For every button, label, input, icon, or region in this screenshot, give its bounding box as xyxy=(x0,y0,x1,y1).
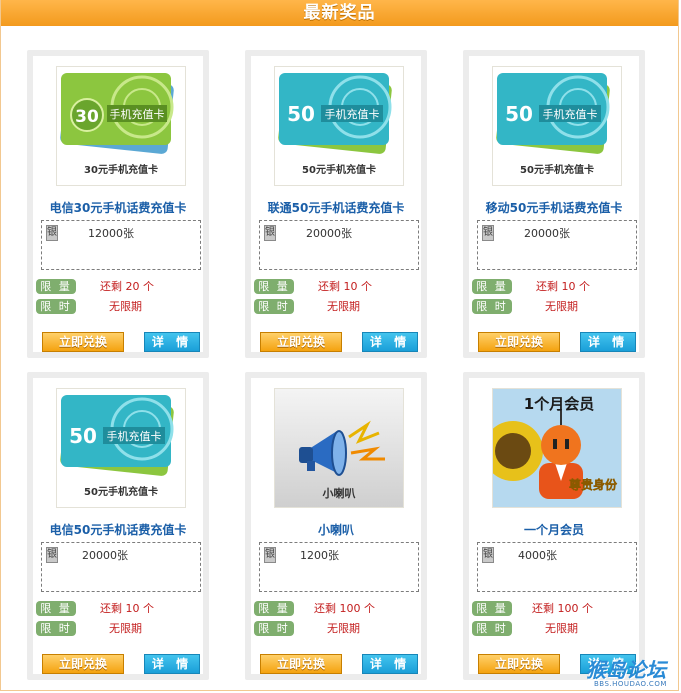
prize-title[interactable]: 电信30元手机话费充值卡 xyxy=(33,199,203,216)
limit-label: 限 量 xyxy=(472,279,512,294)
card-caption: 小喇叭 xyxy=(322,486,356,500)
stock-count: 20000张 xyxy=(82,549,128,562)
remaining-count: 还剩 10 个 xyxy=(100,602,154,615)
card-value-text: 30 xyxy=(75,107,99,127)
silver-coin-icon: 银 xyxy=(46,547,58,563)
card-label-text: 手机充值卡 xyxy=(110,107,165,121)
prize-image[interactable]: 小喇叭 xyxy=(274,388,404,508)
remaining-count: 还剩 100 个 xyxy=(532,602,593,615)
prize-title[interactable]: 小喇叭 xyxy=(251,521,421,538)
remaining-count: 还剩 10 个 xyxy=(536,280,590,293)
prize-image[interactable]: 50 手机充值卡 50元手机充值卡 xyxy=(492,66,622,186)
detail-button[interactable]: 详 情 xyxy=(144,654,200,674)
prize-title[interactable]: 移动50元手机话费充值卡 xyxy=(469,199,639,216)
prize-card: 1个月会员 尊贵身份 一个月会员 银 4000张 限 量 还剩 100 个 限 … xyxy=(463,372,645,680)
stock-box: 银 4000张 xyxy=(477,542,637,592)
site-watermark: 猴岛论坛 BBS.HOUDAO.COM xyxy=(586,654,681,693)
period-value: 无限期 xyxy=(327,300,360,313)
limit-label: 限 量 xyxy=(254,601,294,616)
stock-box: 银 20000张 xyxy=(259,220,419,270)
stock-count: 1200张 xyxy=(300,549,339,562)
stock-box: 银 1200张 xyxy=(259,542,419,592)
period-value: 无限期 xyxy=(109,622,142,635)
stock-count: 12000张 xyxy=(88,227,134,240)
card-subtitle: 尊贵身份 xyxy=(569,477,618,492)
stock-count: 20000张 xyxy=(524,227,570,240)
card-caption: 50元手机充值卡 xyxy=(84,485,158,498)
exchange-button[interactable]: 立即兑换 xyxy=(42,332,124,352)
card-value-text: 50 xyxy=(69,424,97,448)
time-label: 限 时 xyxy=(472,621,512,636)
limit-label: 限 量 xyxy=(36,279,76,294)
card-label-text: 手机充值卡 xyxy=(325,107,380,121)
silver-coin-icon: 银 xyxy=(264,225,276,241)
card-caption: 50元手机充值卡 xyxy=(520,163,594,176)
prize-card: 小喇叭 小喇叭 银 1200张 限 量 还剩 100 个 限 时 无限期 立即兑… xyxy=(245,372,427,680)
prize-panel: 最新奖品 30 手机充值卡 30元手机充值卡 电信30元手机话费充值卡 银 12… xyxy=(0,0,679,691)
card-label-text: 手机充值卡 xyxy=(107,429,162,443)
card-value-text: 50 xyxy=(505,102,533,126)
prize-title[interactable]: 电信50元手机话费充值卡 xyxy=(33,521,203,538)
prize-card: 50 手机充值卡 50元手机充值卡 联通50元手机话费充值卡 银 20000张 … xyxy=(245,50,427,358)
prize-title[interactable]: 联通50元手机话费充值卡 xyxy=(251,199,421,216)
period-value: 无限期 xyxy=(545,622,578,635)
card-caption: 30元手机充值卡 xyxy=(84,163,158,176)
time-label: 限 时 xyxy=(472,299,512,314)
prize-image[interactable]: 50 手机充值卡 50元手机充值卡 xyxy=(274,66,404,186)
card-caption: 1个月会员 xyxy=(524,395,594,413)
detail-button[interactable]: 详 情 xyxy=(362,654,418,674)
period-value: 无限期 xyxy=(109,300,142,313)
panel-title: 最新奖品 xyxy=(1,0,678,26)
prize-image[interactable]: 1个月会员 尊贵身份 xyxy=(492,388,622,508)
silver-coin-icon: 银 xyxy=(482,547,494,563)
period-value: 无限期 xyxy=(327,622,360,635)
silver-coin-icon: 银 xyxy=(46,225,58,241)
prize-card: 50 手机充值卡 50元手机充值卡 移动50元手机话费充值卡 银 20000张 … xyxy=(463,50,645,358)
card-label-text: 手机充值卡 xyxy=(543,107,598,121)
remaining-count: 还剩 20 个 xyxy=(100,280,154,293)
stock-box: 银 20000张 xyxy=(41,542,201,592)
exchange-button[interactable]: 立即兑换 xyxy=(478,654,560,674)
exchange-button[interactable]: 立即兑换 xyxy=(42,654,124,674)
silver-coin-icon: 银 xyxy=(482,225,494,241)
card-caption: 50元手机充值卡 xyxy=(302,163,376,176)
exchange-button[interactable]: 立即兑换 xyxy=(260,332,342,352)
period-value: 无限期 xyxy=(545,300,578,313)
prize-image[interactable]: 30 手机充值卡 30元手机充值卡 xyxy=(56,66,186,186)
stock-count: 4000张 xyxy=(518,549,557,562)
watermark-url: BBS.HOUDAO.COM xyxy=(594,680,667,688)
limit-label: 限 量 xyxy=(36,601,76,616)
card-value-text: 50 xyxy=(287,102,315,126)
watermark-logo-text: 猴岛论坛 xyxy=(586,658,666,682)
stock-count: 20000张 xyxy=(306,227,352,240)
prize-title[interactable]: 一个月会员 xyxy=(469,521,639,538)
limit-label: 限 量 xyxy=(254,279,294,294)
prize-image[interactable]: 50 手机充值卡 50元手机充值卡 xyxy=(56,388,186,508)
exchange-button[interactable]: 立即兑换 xyxy=(478,332,560,352)
time-label: 限 时 xyxy=(36,299,76,314)
detail-button[interactable]: 详 情 xyxy=(144,332,200,352)
limit-label: 限 量 xyxy=(472,601,512,616)
silver-coin-icon: 银 xyxy=(264,547,276,563)
time-label: 限 时 xyxy=(254,621,294,636)
detail-button[interactable]: 详 情 xyxy=(580,332,636,352)
remaining-count: 还剩 10 个 xyxy=(318,280,372,293)
prize-card: 30 手机充值卡 30元手机充值卡 电信30元手机话费充值卡 银 12000张 … xyxy=(27,50,209,358)
remaining-count: 还剩 100 个 xyxy=(314,602,375,615)
stock-box: 银 12000张 xyxy=(41,220,201,270)
exchange-button[interactable]: 立即兑换 xyxy=(260,654,342,674)
prize-card: 50 手机充值卡 50元手机充值卡 电信50元手机话费充值卡 银 20000张 … xyxy=(27,372,209,680)
stock-box: 银 20000张 xyxy=(477,220,637,270)
time-label: 限 时 xyxy=(254,299,294,314)
detail-button[interactable]: 详 情 xyxy=(362,332,418,352)
time-label: 限 时 xyxy=(36,621,76,636)
